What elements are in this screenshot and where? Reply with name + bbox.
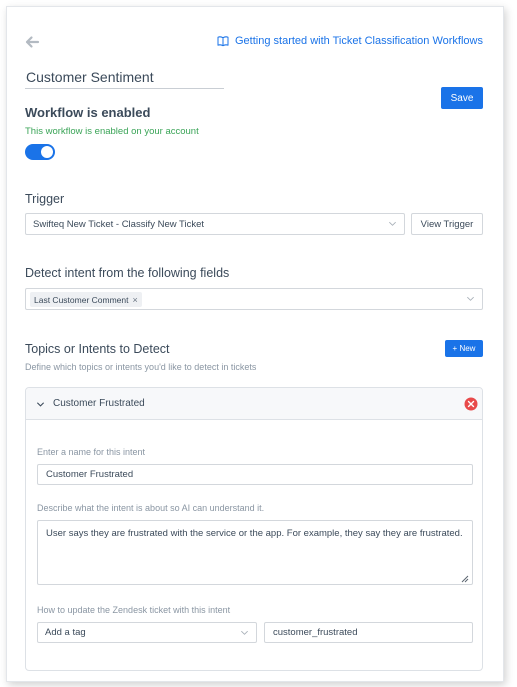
workflow-name-input[interactable] — [25, 65, 224, 89]
delete-intent-icon[interactable] — [464, 397, 478, 411]
trigger-label: Trigger — [25, 192, 65, 206]
intent-header-title: Customer Frustrated — [53, 398, 145, 409]
intent-name-label: Enter a name for this intent — [37, 447, 146, 457]
workflow-status-subtitle: This workflow is enabled on your account — [25, 126, 199, 137]
getting-started-link[interactable]: Getting started with Ticket Classificati… — [217, 35, 483, 47]
new-intent-button[interactable]: + New — [445, 340, 483, 357]
resize-handle-icon[interactable] — [461, 575, 469, 583]
intent-description-label: Describe what the intent is about so AI … — [37, 503, 265, 513]
trigger-select-value: Swifteq New Ticket - Classify New Ticket — [33, 218, 205, 230]
arrow-left-icon[interactable] — [24, 34, 40, 50]
field-chip-label: Last Customer Comment — [34, 294, 129, 305]
getting-started-link-text: Getting started with Ticket Classificati… — [235, 35, 483, 47]
chevron-down-icon — [389, 221, 396, 226]
intent-card: Customer Frustrated Enter a name for thi… — [25, 387, 483, 671]
toggle-knob — [41, 146, 53, 158]
trigger-select[interactable]: Swifteq New Ticket - Classify New Ticket — [25, 213, 405, 235]
detect-fields-select[interactable]: Last Customer Comment × — [25, 288, 483, 310]
view-trigger-button[interactable]: View Trigger — [411, 213, 483, 235]
intent-header[interactable]: Customer Frustrated — [26, 388, 482, 420]
detect-fields-label: Detect intent from the following fields — [25, 266, 230, 280]
field-chip: Last Customer Comment × — [30, 292, 142, 307]
intent-description-textarea[interactable]: User says they are frustrated with the s… — [37, 520, 473, 585]
topics-subtitle: Define which topics or intents you'd lik… — [25, 362, 257, 372]
book-icon — [217, 36, 229, 47]
workflow-card: Getting started with Ticket Classificati… — [6, 6, 504, 682]
workflow-status-title: Workflow is enabled — [25, 105, 151, 120]
ticket-action-value: Add a tag — [45, 627, 86, 638]
chevron-down-icon — [241, 630, 248, 635]
update-ticket-label: How to update the Zendesk ticket with th… — [37, 605, 231, 615]
ticket-action-select[interactable]: Add a tag — [37, 622, 257, 643]
chevron-down-icon[interactable] — [36, 400, 45, 409]
tag-name-input[interactable] — [264, 622, 473, 643]
remove-chip-icon[interactable]: × — [132, 295, 137, 305]
intent-name-input[interactable] — [37, 464, 473, 485]
topics-label: Topics or Intents to Detect — [25, 342, 170, 356]
workflow-enabled-toggle[interactable] — [25, 144, 55, 160]
chevron-down-icon — [467, 296, 474, 301]
save-button[interactable]: Save — [441, 87, 483, 109]
